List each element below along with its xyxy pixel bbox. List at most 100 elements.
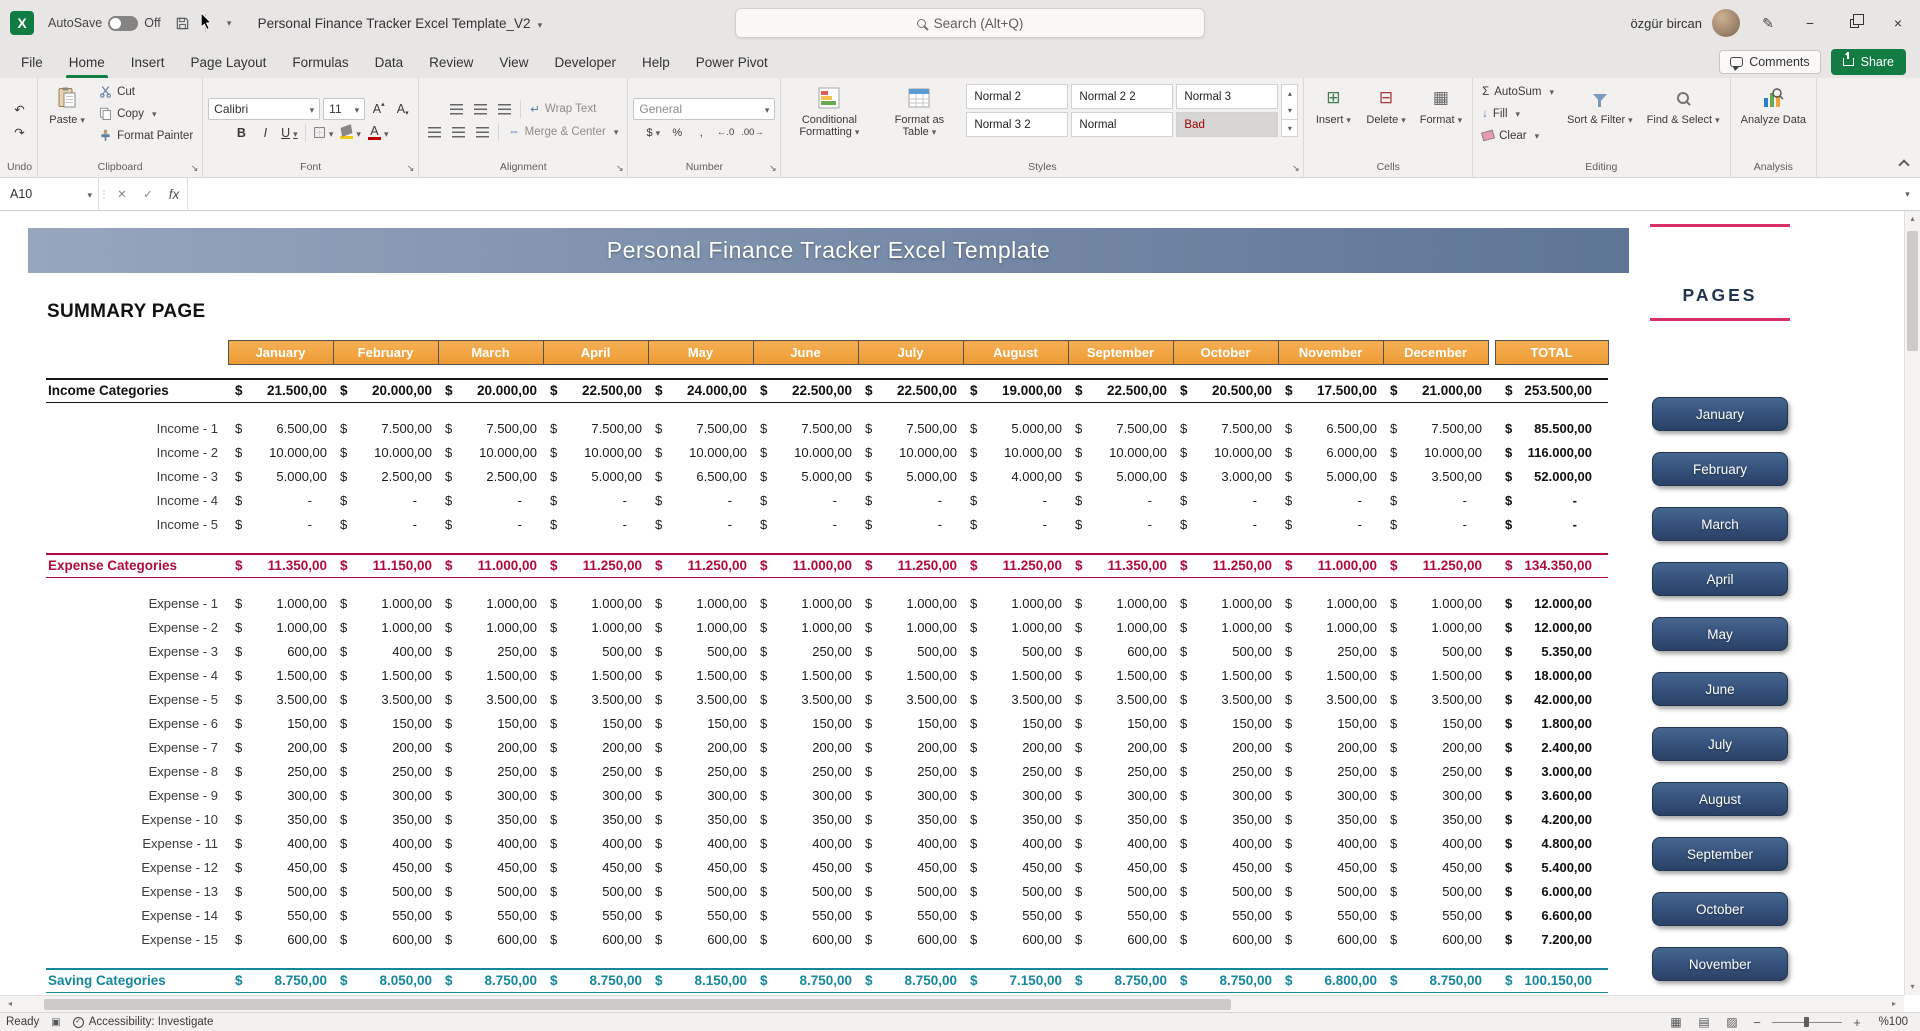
cell[interactable]: $8.150,00	[648, 969, 753, 993]
align-center-button[interactable]	[448, 122, 469, 143]
cell[interactable]: $500,00	[333, 880, 438, 904]
cell[interactable]: $3.500,00	[438, 688, 543, 712]
cell[interactable]: $1.500,00	[1278, 664, 1383, 688]
cell[interactable]: $-	[1068, 489, 1173, 513]
borders-button[interactable]	[311, 122, 336, 143]
cell-style-normal-2-2[interactable]: Normal 2 2	[1071, 84, 1173, 109]
cell[interactable]: $5.000,00	[543, 465, 648, 489]
tab-formulas[interactable]: Formulas	[279, 46, 361, 78]
cell[interactable]: $500,00	[543, 640, 648, 664]
cut-button[interactable]: Cut	[95, 81, 197, 102]
cell[interactable]: $1.000,00	[228, 592, 333, 616]
cell[interactable]: $600,00	[438, 928, 543, 952]
cell[interactable]: $11.250,00	[1383, 554, 1488, 578]
formula-bar-expand-button[interactable]	[1892, 178, 1920, 210]
tab-home[interactable]: Home	[56, 46, 118, 78]
zoom-knob[interactable]	[1804, 1017, 1809, 1027]
align-left-button[interactable]	[424, 122, 445, 143]
align-bottom-button[interactable]	[494, 99, 515, 120]
cell[interactable]: $300,00	[228, 784, 333, 808]
align-top-button[interactable]	[446, 99, 467, 120]
row-label[interactable]: Expense - 10	[46, 808, 228, 832]
cell[interactable]: $8.750,00	[1173, 969, 1278, 993]
total-cell[interactable]: $2.400,00	[1495, 736, 1608, 760]
cell[interactable]: $300,00	[858, 784, 963, 808]
cell[interactable]: $7.500,00	[333, 417, 438, 441]
cell[interactable]: $550,00	[1173, 904, 1278, 928]
namebox-resize-handle[interactable]: ⋮	[99, 178, 109, 210]
excel-logo-icon[interactable]: X	[10, 11, 34, 35]
row-label[interactable]: Expense - 1	[46, 592, 228, 616]
cell[interactable]: $500,00	[648, 880, 753, 904]
enter-entry-button[interactable]: ✓	[135, 178, 161, 210]
cell[interactable]: $600,00	[543, 928, 648, 952]
row-label[interactable]: Expense - 15	[46, 928, 228, 952]
tab-power-pivot[interactable]: Power Pivot	[683, 46, 781, 78]
cell[interactable]: $1.000,00	[333, 592, 438, 616]
cell[interactable]: $500,00	[858, 880, 963, 904]
cell[interactable]: $300,00	[753, 784, 858, 808]
clipboard-dialog-launcher[interactable]: ↘	[189, 163, 200, 174]
cell[interactable]: $400,00	[228, 832, 333, 856]
cell[interactable]: $11.000,00	[438, 554, 543, 578]
total-cell[interactable]: $253.500,00	[1495, 379, 1608, 403]
sheet-banner[interactable]: Personal Finance Tracker Excel Template	[28, 228, 1629, 273]
cell[interactable]: $1.000,00	[333, 616, 438, 640]
cell[interactable]: $-	[333, 513, 438, 537]
cell[interactable]: $150,00	[1173, 712, 1278, 736]
cell[interactable]: $1.500,00	[963, 664, 1068, 688]
cell[interactable]: $250,00	[1068, 760, 1173, 784]
cell[interactable]: $500,00	[543, 880, 648, 904]
cell[interactable]: $500,00	[1173, 640, 1278, 664]
undo-button[interactable]: ↶	[9, 99, 30, 120]
month-header-january[interactable]: January	[228, 341, 333, 365]
cell-style-normal-3[interactable]: Normal 3	[1176, 84, 1278, 109]
autosum-button[interactable]: ΣAutoSum	[1478, 81, 1558, 102]
cell[interactable]: $350,00	[543, 808, 648, 832]
cell[interactable]: $300,00	[1068, 784, 1173, 808]
cell[interactable]: $250,00	[648, 760, 753, 784]
total-cell[interactable]: $4.200,00	[1495, 808, 1608, 832]
cell[interactable]: $3.000,00	[1173, 465, 1278, 489]
cell[interactable]: $150,00	[753, 712, 858, 736]
cell[interactable]: $400,00	[648, 832, 753, 856]
cell[interactable]: $600,00	[1173, 928, 1278, 952]
cell[interactable]: $4.000,00	[963, 465, 1068, 489]
page-button-january[interactable]: January	[1652, 397, 1788, 431]
cell[interactable]: $350,00	[438, 808, 543, 832]
cell[interactable]: $8.750,00	[753, 969, 858, 993]
total-cell[interactable]: $6.000,00	[1495, 880, 1608, 904]
font-color-button[interactable]: A	[366, 122, 391, 143]
document-title[interactable]: Personal Finance Tracker Excel Template_…	[258, 16, 542, 31]
cell[interactable]: $200,00	[438, 736, 543, 760]
cell[interactable]: $350,00	[333, 808, 438, 832]
cell[interactable]: $1.000,00	[438, 592, 543, 616]
cell[interactable]: $1.000,00	[1068, 592, 1173, 616]
row-label[interactable]: Expense - 4	[46, 664, 228, 688]
cell[interactable]: $300,00	[1383, 784, 1488, 808]
cell[interactable]: $6.500,00	[648, 465, 753, 489]
cell[interactable]: $500,00	[753, 880, 858, 904]
cell[interactable]: $1.000,00	[1173, 592, 1278, 616]
cell[interactable]: $350,00	[1173, 808, 1278, 832]
cell[interactable]: $7.500,00	[1068, 417, 1173, 441]
cell[interactable]: $22.500,00	[543, 379, 648, 403]
cell[interactable]: $19.000,00	[963, 379, 1068, 403]
cell[interactable]: $1.000,00	[228, 616, 333, 640]
cell[interactable]: $3.500,00	[543, 688, 648, 712]
row-label[interactable]: Expense - 6	[46, 712, 228, 736]
cell[interactable]: $550,00	[1278, 904, 1383, 928]
cell[interactable]: $300,00	[963, 784, 1068, 808]
month-header-august[interactable]: August	[963, 341, 1068, 365]
cell[interactable]: $10.000,00	[858, 441, 963, 465]
cell[interactable]: $1.500,00	[543, 664, 648, 688]
cell[interactable]: $450,00	[1068, 856, 1173, 880]
cell[interactable]: $7.500,00	[648, 417, 753, 441]
total-cell[interactable]: $-	[1495, 489, 1608, 513]
cell[interactable]: $1.000,00	[858, 616, 963, 640]
total-header[interactable]: TOTAL	[1495, 341, 1608, 365]
cell[interactable]: $10.000,00	[648, 441, 753, 465]
cell[interactable]: $-	[648, 513, 753, 537]
tab-file[interactable]: File	[8, 46, 56, 78]
cell[interactable]: $200,00	[648, 736, 753, 760]
